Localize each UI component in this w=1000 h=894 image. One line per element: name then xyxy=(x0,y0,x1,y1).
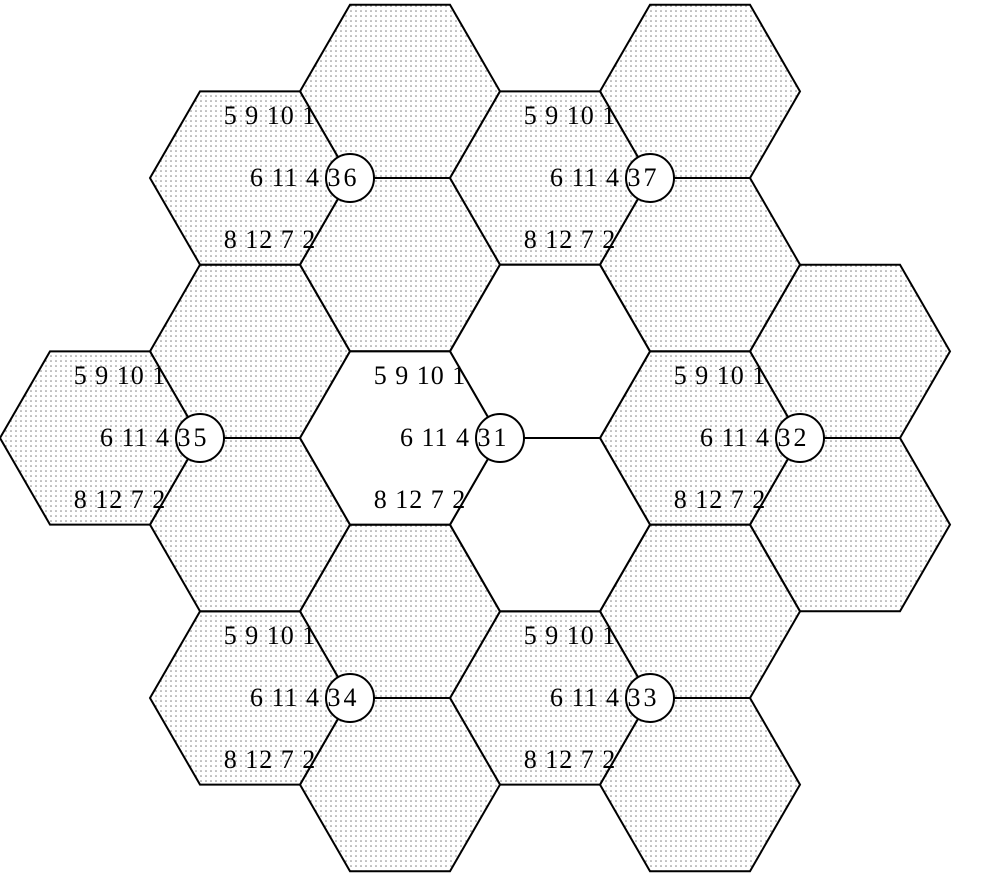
diagram-stage: 15 9 10 18 12 7 26 11 4 325 9 10 18 12 7… xyxy=(0,0,1000,894)
node-circle-6 xyxy=(326,154,374,202)
node-circle-1 xyxy=(476,414,524,462)
node-circle-2 xyxy=(776,414,824,462)
node-circle-4 xyxy=(326,674,374,722)
hex-grid-svg xyxy=(0,0,1000,894)
node-circle-3 xyxy=(626,674,674,722)
node-circle-5 xyxy=(176,414,224,462)
node-circle-7 xyxy=(626,154,674,202)
